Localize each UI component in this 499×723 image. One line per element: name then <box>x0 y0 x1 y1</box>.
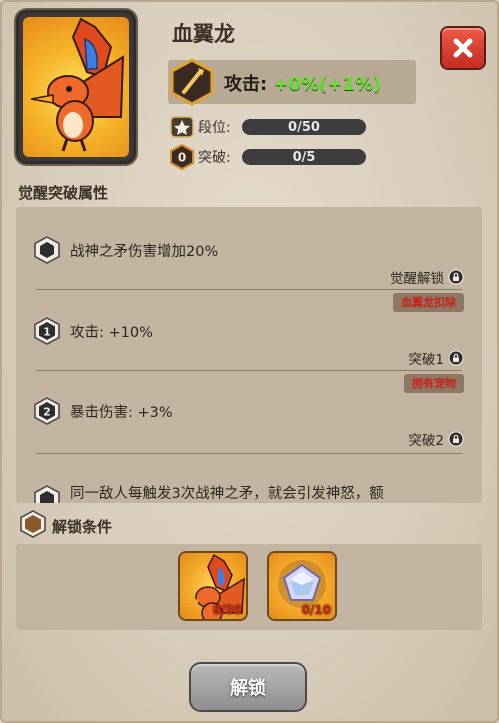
divider <box>36 289 462 290</box>
svg-text:1: 1 <box>43 326 51 339</box>
rank-row: 段位: 0/50 <box>170 116 366 138</box>
item-count: 0/10 <box>301 603 331 617</box>
break-level-badge-icon: 2 <box>34 397 60 425</box>
unlock-section-title: 解锁条件 <box>52 518 113 536</box>
property-text: 攻击: +10% <box>70 325 153 341</box>
awaken-section-title: 觉醒突破属性 <box>18 184 109 202</box>
spear-badge-icon <box>170 58 214 106</box>
rank-value: 0/50 <box>288 119 320 135</box>
divider <box>36 453 462 454</box>
lock-icon <box>448 350 464 366</box>
attack-label: 攻击: <box>224 74 274 95</box>
star-icon <box>170 116 194 138</box>
unlock-button[interactable]: 解锁 <box>191 664 305 710</box>
rank-progress-bar: 0/50 <box>242 119 366 135</box>
close-icon <box>453 38 473 58</box>
hexagon-bronze-icon <box>20 510 46 538</box>
unlock-conditions-box: 8/30 0/10 <box>16 544 482 630</box>
item-count: 8/30 <box>212 603 242 617</box>
status-badge: 血翼龙扣除 <box>393 293 464 312</box>
attack-bonus: (+1%) <box>319 74 382 95</box>
break-badge-icon: 0 <box>170 144 194 170</box>
break-label: 突破: <box>198 150 231 166</box>
close-button[interactable] <box>442 28 484 68</box>
break-row: 0 突破: 0/5 <box>170 144 366 170</box>
pterodactyl-shard-item[interactable]: 8/30 <box>180 553 246 619</box>
break-progress-bar: 0/5 <box>242 149 366 165</box>
hexagon-icon <box>34 236 60 264</box>
unlock-condition: 觉醒解锁 <box>390 271 444 287</box>
pet-portrait <box>19 13 133 161</box>
pet-name: 血翼龙 <box>172 22 235 46</box>
unlock-condition: 突破1 <box>408 352 444 368</box>
lock-icon <box>448 431 464 447</box>
pterodactyl-icon <box>30 17 125 152</box>
break-value: 0/5 <box>292 149 316 165</box>
divider <box>36 370 462 371</box>
unlock-condition: 突破2 <box>408 433 444 449</box>
status-badge: 拥有宠物 <box>404 374 464 393</box>
property-text: 暴击伤害: +3% <box>70 405 173 421</box>
hexagon-icon <box>34 485 60 503</box>
svg-text:2: 2 <box>43 406 51 419</box>
property-text: 战神之矛伤害增加20% <box>70 244 219 260</box>
lock-icon <box>448 269 464 285</box>
rank-label: 段位: <box>198 120 231 136</box>
break-level-badge-icon: 1 <box>34 317 60 345</box>
awaken-properties-list[interactable]: 战神之矛伤害增加20% 觉醒解锁 血翼龙扣除 1 攻击: +10% 突破1 拥有… <box>16 207 482 503</box>
property-text: 同一敌人每触发3次战神之矛，就会引发神怒，额 <box>70 486 384 502</box>
attack-value: +0% <box>273 74 320 95</box>
crystal-gem-item[interactable]: 0/10 <box>269 553 335 619</box>
attack-stat: 攻击: +0%(+1%) <box>168 58 416 106</box>
pet-detail-panel: 血翼龙 攻击: +0%(+1%) 段位: 0/50 0 突破: 0/5 觉醒突破… <box>0 0 499 723</box>
break-badge-number: 0 <box>178 151 186 165</box>
